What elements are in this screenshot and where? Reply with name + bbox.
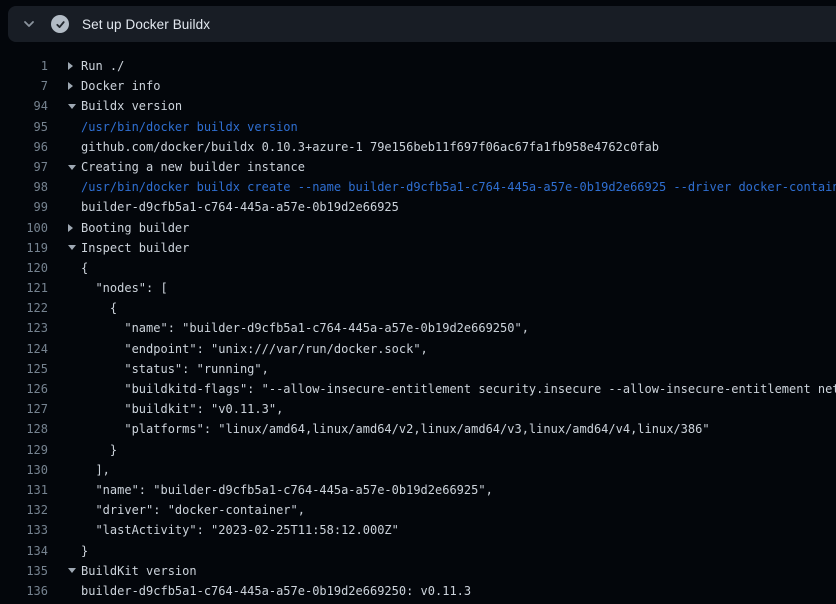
log-line[interactable]: 97 Creating a new builder instance [0,157,836,177]
step-title: Set up Docker Buildx [82,17,210,32]
line-number[interactable]: 134 [0,541,48,561]
log-line: 128 "platforms": "linux/amd64,linux/amd6… [0,419,836,439]
log-line: 134} [0,541,836,561]
group-title: Creating a new builder instance [81,157,305,177]
triangle-right-icon[interactable] [68,76,81,96]
line-number[interactable]: 94 [0,96,48,116]
line-number[interactable]: 122 [0,298,48,318]
group-title: Booting builder [81,218,189,238]
line-number[interactable]: 127 [0,399,48,419]
output-text: "name": "builder-d9cfb5a1-c764-445a-a57e… [81,318,529,338]
group-title: Docker info [81,76,160,96]
log-line: 133 "lastActivity": "2023-02-25T11:58:12… [0,520,836,540]
log-line: 126 "buildkitd-flags": "--allow-insecure… [0,379,836,399]
log-line: 95/usr/bin/docker buildx version [0,117,836,137]
log-line: 127 "buildkit": "v0.11.3", [0,399,836,419]
line-number[interactable]: 100 [0,218,48,238]
output-text: builder-d9cfb5a1-c764-445a-a57e-0b19d2e6… [81,197,399,217]
log-line: 96 github.com/docker/buildx 0.10.3+azure-… [0,137,836,157]
line-number[interactable]: 126 [0,379,48,399]
output-text: } [81,541,88,561]
line-number[interactable]: 135 [0,561,48,581]
group-title: Run ./ [81,56,124,76]
log-line[interactable]: 94 Buildx version [0,96,836,116]
log-line: 120 { [0,258,836,278]
group-title: BuildKit version [81,561,197,581]
output-text: "buildkit": "v0.11.3", [81,399,283,419]
line-number[interactable]: 119 [0,238,48,258]
output-text: "endpoint": "unix:///var/run/docker.sock… [81,339,428,359]
command-text: /usr/bin/docker buildx create --name bui… [81,177,836,197]
log-line: 131 "name": "builder-d9cfb5a1-c764-445a-… [0,480,836,500]
line-number[interactable]: 130 [0,460,48,480]
line-number[interactable]: 132 [0,500,48,520]
log-line: 124 "endpoint": "unix:///var/run/docker.… [0,339,836,359]
output-text: "platforms": "linux/amd64,linux/amd64/v2… [81,419,710,439]
chevron-down-icon[interactable] [22,17,36,31]
line-number[interactable]: 131 [0,480,48,500]
output-text: "status": "running", [81,359,269,379]
output-text: ], [81,460,110,480]
log-line: 98/usr/bin/docker buildx create --name b… [0,177,836,197]
log-line: 129 } [0,440,836,460]
line-number[interactable]: 123 [0,318,48,338]
line-number[interactable]: 98 [0,177,48,197]
line-number[interactable]: 124 [0,339,48,359]
output-text: "nodes": [ [81,278,168,298]
log-line[interactable]: 1 Run ./ [0,56,836,76]
output-text: { [81,298,117,318]
log-line: 121 "nodes": [ [0,278,836,298]
line-number[interactable]: 133 [0,520,48,540]
output-text: "lastActivity": "2023-02-25T11:58:12.000… [81,520,399,540]
output-text: github.com/docker/buildx 0.10.3+azure-1 … [81,137,659,157]
line-number[interactable]: 97 [0,157,48,177]
output-text: } [81,440,117,460]
log-line: 125 "status": "running", [0,359,836,379]
log-line: 122 { [0,298,836,318]
triangle-down-icon[interactable] [68,96,81,116]
line-number[interactable]: 129 [0,440,48,460]
check-circle-icon [51,15,69,33]
line-number[interactable]: 7 [0,76,48,96]
output-text: builder-d9cfb5a1-c764-445a-a57e-0b19d2e6… [81,581,471,601]
line-number[interactable]: 1 [0,56,48,76]
line-number[interactable]: 120 [0,258,48,278]
log-line[interactable]: 119 Inspect builder [0,238,836,258]
line-number[interactable]: 99 [0,197,48,217]
group-title: Buildx version [81,96,182,116]
log-line: 123 "name": "builder-d9cfb5a1-c764-445a-… [0,318,836,338]
line-number[interactable]: 96 [0,137,48,157]
log-line[interactable]: 135 BuildKit version [0,561,836,581]
triangle-right-icon[interactable] [68,218,81,238]
triangle-down-icon[interactable] [68,157,81,177]
log-line: 130 ], [0,460,836,480]
log-line: 99 builder-d9cfb5a1-c764-445a-a57e-0b19d2… [0,197,836,217]
log-lines: 1Run ./7Docker info94Buildx version95/us… [0,56,836,604]
log-line[interactable]: 100 Booting builder [0,218,836,238]
log-line[interactable]: 7 Docker info [0,76,836,96]
triangle-right-icon[interactable] [68,56,81,76]
line-number[interactable]: 136 [0,581,48,601]
group-title: Inspect builder [81,238,189,258]
output-text: "name": "builder-d9cfb5a1-c764-445a-a57e… [81,480,493,500]
command-text: /usr/bin/docker buildx version [81,117,298,137]
output-text: { [81,258,88,278]
triangle-down-icon[interactable] [68,238,81,258]
line-number[interactable]: 125 [0,359,48,379]
line-number[interactable]: 95 [0,117,48,137]
triangle-down-icon[interactable] [68,561,81,581]
output-text: "driver": "docker-container", [81,500,305,520]
log-line: 136 builder-d9cfb5a1-c764-445a-a57e-0b19d… [0,581,836,601]
step-header[interactable]: Set up Docker Buildx [8,6,836,42]
line-number[interactable]: 121 [0,278,48,298]
log-line: 132 "driver": "docker-container", [0,500,836,520]
output-text: "buildkitd-flags": "--allow-insecure-ent… [81,379,836,399]
line-number[interactable]: 128 [0,419,48,439]
